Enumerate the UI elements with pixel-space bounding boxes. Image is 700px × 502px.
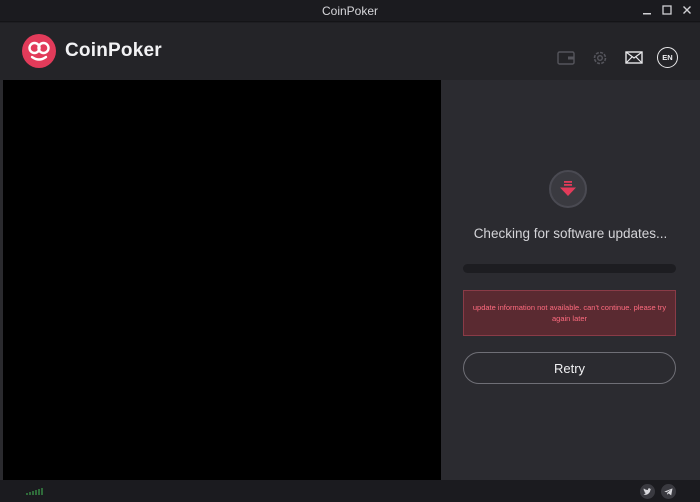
window-controls (640, 3, 694, 17)
twitter-icon (643, 487, 652, 495)
settings-button[interactable] (589, 47, 610, 68)
status-bar (0, 480, 700, 502)
wallet-button[interactable] (555, 47, 576, 68)
update-panel: Checking for software updates... update … (441, 80, 700, 480)
brand-name: CoinPoker (65, 40, 162, 61)
minimize-icon (643, 13, 651, 15)
messages-button[interactable] (623, 47, 644, 68)
title-bar: CoinPoker (0, 0, 700, 22)
window-title: CoinPoker (321, 4, 379, 18)
maximize-icon (662, 5, 672, 15)
social-links (640, 484, 676, 499)
retry-button[interactable]: Retry (463, 352, 676, 384)
error-message: update information not available. can't … (463, 290, 676, 336)
telegram-icon (664, 487, 673, 495)
update-status-icon (549, 170, 587, 208)
wallet-icon (556, 50, 575, 65)
download-arrow-icon (560, 181, 576, 196)
gear-icon (593, 51, 606, 64)
mail-icon (624, 51, 643, 64)
language-button[interactable]: EN (657, 47, 678, 68)
twitter-button[interactable] (640, 484, 655, 499)
app-header: CoinPoker EN (0, 23, 700, 80)
maximize-button[interactable] (660, 3, 674, 17)
header-toolbar: EN (555, 47, 678, 68)
brand: CoinPoker (21, 33, 162, 69)
coinpoker-logo-icon (22, 34, 56, 68)
close-button[interactable] (680, 3, 694, 17)
connection-signal-icon (26, 488, 43, 495)
update-status-text: Checking for software updates... (473, 226, 668, 241)
close-icon (683, 6, 691, 14)
telegram-button[interactable] (661, 484, 676, 499)
update-progress-bar (463, 264, 676, 273)
minimize-button[interactable] (640, 3, 654, 17)
video-area (0, 80, 441, 480)
